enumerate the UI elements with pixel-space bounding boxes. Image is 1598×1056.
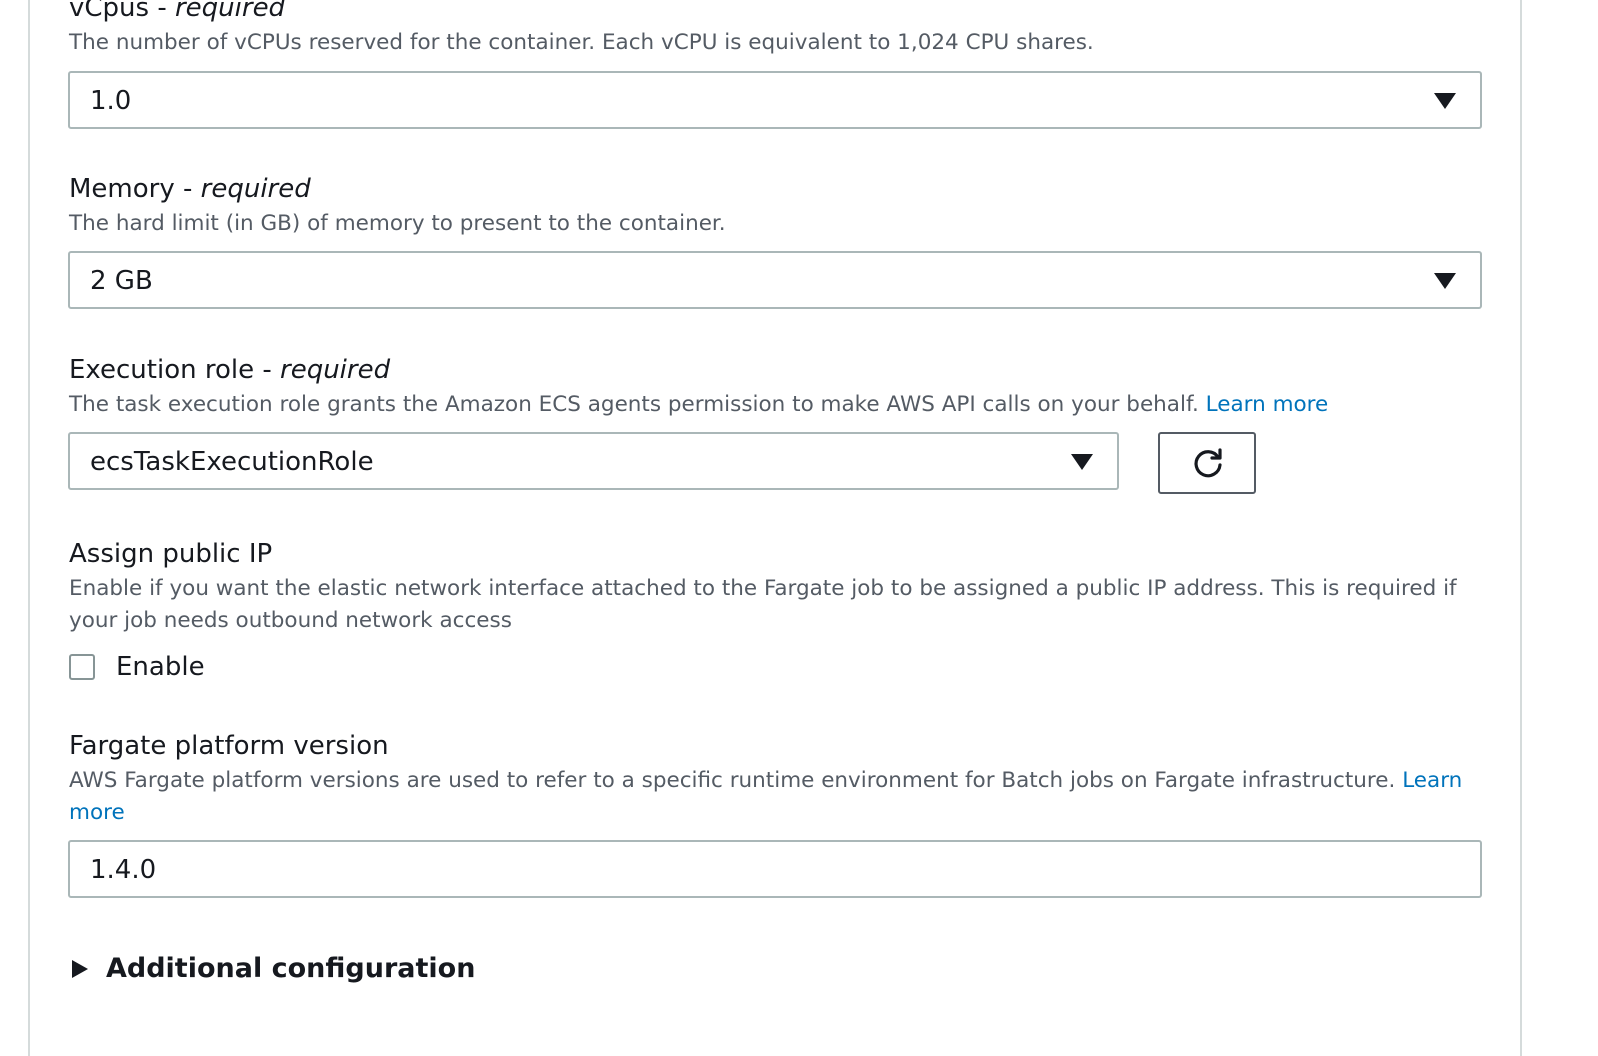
execution-role-select[interactable]: ecsTaskExecutionRole — [68, 432, 1119, 490]
memory-label: Memory - required — [69, 173, 1489, 205]
caret-down-icon — [1071, 454, 1093, 470]
caret-down-icon — [1434, 93, 1456, 109]
platform-version-value: 1.4.0 — [90, 855, 157, 885]
memory-description: The hard limit (in GB) of memory to pres… — [69, 211, 726, 236]
enable-checkbox-label[interactable]: Enable — [116, 651, 205, 683]
vcpus-label: vCpus - required — [69, 0, 1489, 24]
memory-field: Memory - required The hard limit (in GB)… — [69, 173, 1489, 240]
execution-role-label-text: Execution role - — [69, 355, 272, 385]
vcpus-label-text: vCpus - — [69, 0, 167, 23]
caret-right-icon — [72, 960, 88, 978]
vcpus-description: The number of vCPUs reserved for the con… — [69, 30, 1094, 55]
execution-role-description-text: The task execution role grants the Amazo… — [69, 392, 1199, 417]
platform-version-description-text: AWS Fargate platform versions are used t… — [69, 768, 1396, 793]
vcpus-field: vCpus - required The number of vCPUs res… — [69, 0, 1489, 59]
execution-role-description: The task execution role grants the Amazo… — [69, 389, 1509, 421]
public-ip-label: Assign public IP — [69, 539, 273, 569]
execution-role-value: ecsTaskExecutionRole — [90, 447, 374, 477]
platform-version-label: Fargate platform version — [69, 731, 389, 761]
execution-role-required: required — [280, 355, 391, 385]
additional-configuration-label: Additional configuration — [106, 953, 476, 984]
platform-version-input[interactable]: 1.4.0 — [68, 840, 1482, 898]
execution-role-label: Execution role - required — [69, 354, 1509, 386]
memory-value: 2 GB — [90, 266, 153, 296]
platform-version-description: AWS Fargate platform versions are used t… — [69, 765, 1489, 829]
memory-label-text: Memory - — [69, 174, 193, 204]
public-ip-field: Assign public IP Enable if you want the … — [69, 538, 1489, 637]
platform-version-field: Fargate platform version AWS Fargate pla… — [69, 730, 1489, 829]
memory-required: required — [200, 174, 311, 204]
caret-down-icon — [1434, 273, 1456, 289]
vcpus-required: required — [174, 0, 286, 23]
vcpus-value: 1.0 — [90, 86, 132, 116]
execution-role-learn-more-link[interactable]: Learn more — [1206, 392, 1329, 417]
memory-select[interactable]: 2 GB — [68, 251, 1482, 309]
refresh-icon — [1194, 448, 1222, 478]
execution-role-field: Execution role - required The task execu… — [69, 354, 1509, 421]
enable-public-ip-checkbox[interactable] — [69, 654, 95, 680]
vcpus-select[interactable]: 1.0 — [68, 71, 1482, 129]
public-ip-description: Enable if you want the elastic network i… — [69, 576, 1457, 633]
refresh-button[interactable] — [1158, 432, 1256, 494]
